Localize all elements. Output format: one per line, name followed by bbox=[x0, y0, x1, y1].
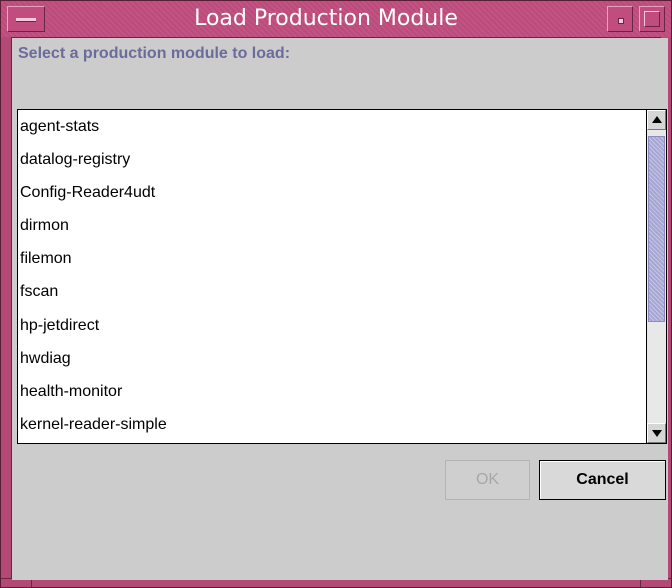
list-item[interactable]: kernel-reader-simple bbox=[18, 408, 646, 441]
module-list: agent-stats datalog-registry Config-Read… bbox=[18, 110, 646, 443]
maximize-icon[interactable] bbox=[639, 6, 665, 32]
list-item[interactable]: hwdiag bbox=[18, 342, 646, 375]
dialog-window: Load Production Module Select a producti… bbox=[0, 0, 672, 588]
ok-button[interactable]: OK bbox=[445, 460, 530, 500]
list-item[interactable]: health-monitor bbox=[18, 375, 646, 408]
list-item[interactable]: filemon bbox=[18, 242, 646, 275]
cancel-button[interactable]: Cancel bbox=[539, 460, 666, 500]
list-item[interactable]: hp-jetdirect bbox=[18, 309, 646, 342]
menu-bar-glyph bbox=[16, 18, 36, 22]
prompt-label: Select a production module to load: bbox=[18, 45, 291, 62]
list-item[interactable]: dirmon bbox=[18, 209, 646, 242]
list-item[interactable]: datalog-registry bbox=[18, 143, 646, 176]
scroll-thumb[interactable] bbox=[648, 136, 665, 322]
module-list-panel: agent-stats datalog-registry Config-Read… bbox=[17, 109, 667, 444]
prompt-area: Select a production module to load: bbox=[12, 38, 668, 65]
list-item[interactable]: Config-Reader4udt bbox=[18, 176, 646, 209]
title-bar[interactable]: Load Production Module bbox=[1, 1, 671, 38]
list-item[interactable]: fscan bbox=[18, 275, 646, 308]
minimize-glyph bbox=[618, 18, 624, 24]
list-item[interactable]: agent-stats bbox=[18, 110, 646, 143]
minimize-icon[interactable] bbox=[607, 6, 633, 32]
arrow-down-glyph bbox=[652, 430, 662, 437]
arrow-up-icon[interactable] bbox=[647, 110, 666, 130]
arrow-down-icon[interactable] bbox=[647, 423, 666, 443]
frame-corner-notch bbox=[31, 579, 32, 587]
window-frame-left[interactable] bbox=[1, 37, 12, 587]
window-menu-icon[interactable] bbox=[7, 6, 45, 32]
window-title: Load Production Module bbox=[194, 6, 458, 31]
arrow-up-glyph bbox=[652, 116, 662, 123]
maximize-glyph bbox=[644, 11, 660, 27]
frame-corner-notch bbox=[640, 579, 641, 587]
vertical-scrollbar[interactable] bbox=[646, 110, 666, 443]
